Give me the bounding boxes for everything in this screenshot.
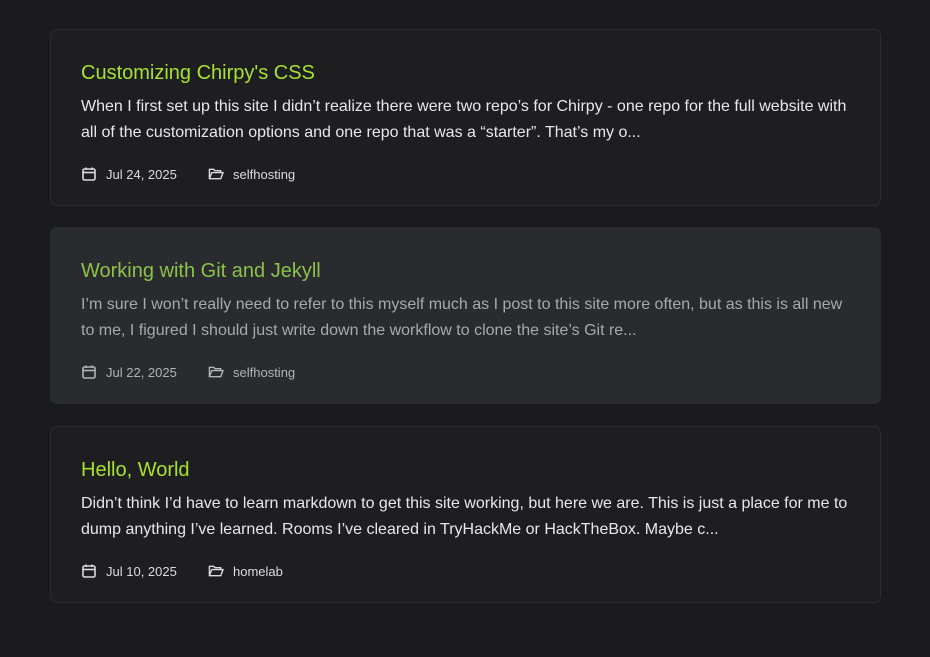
folder-open-icon [208,563,224,579]
post-date: Jul 24, 2025 [81,166,208,182]
post-date: Jul 10, 2025 [81,563,208,579]
post-card-hello-world[interactable]: Hello, World Didn’t think I’d have to le… [50,426,881,603]
post-title[interactable]: Hello, World [81,457,190,483]
folder-open-icon [208,364,224,380]
post-category-link[interactable]: homelab [233,564,283,579]
post-category: selfhosting [208,166,295,182]
post-title[interactable]: Customizing Chirpy's CSS [81,60,315,86]
post-card-customizing-chirpys-css[interactable]: Customizing Chirpy's CSS When I first se… [50,29,881,206]
post-excerpt: When I first set up this site I didn’t r… [81,98,847,141]
post-date-text: Jul 10, 2025 [106,563,177,579]
post-list: Customizing Chirpy's CSS When I first se… [0,0,930,657]
post-meta: Jul 22, 2025 selfhosting [81,362,295,382]
post-title[interactable]: Working with Git and Jekyll [81,258,321,284]
post-category: selfhosting [208,364,295,380]
post-card-working-with-git-and-jekyll[interactable]: Working with Git and Jekyll I’m sure I w… [50,227,881,404]
post-category-link[interactable]: selfhosting [233,167,295,182]
calendar-icon [81,563,97,579]
calendar-icon [81,166,97,182]
calendar-icon [81,364,97,380]
post-excerpt: Didn’t think I’d have to learn markdown … [81,495,848,538]
post-meta: Jul 10, 2025 homelab [81,561,283,581]
post-date-text: Jul 24, 2025 [106,166,177,182]
folder-open-icon [208,166,224,182]
post-excerpt: I’m sure I won’t really need to refer to… [81,296,843,339]
post-category-link[interactable]: selfhosting [233,365,295,380]
post-date-text: Jul 22, 2025 [106,364,177,380]
post-category: homelab [208,563,283,579]
post-meta: Jul 24, 2025 selfhosting [81,164,295,184]
post-date: Jul 22, 2025 [81,364,208,380]
